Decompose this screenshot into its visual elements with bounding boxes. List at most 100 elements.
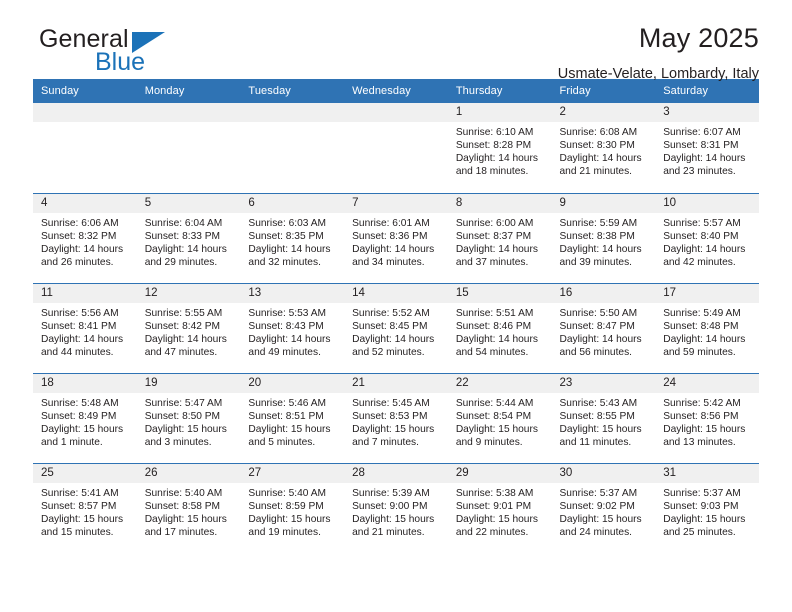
calendar-body: 1 Sunrise: 6:10 AM Sunset: 8:28 PM Daylig… <box>33 103 759 553</box>
day-number: 2 <box>551 103 656 122</box>
calendar-day-cell[interactable]: 14 Sunrise: 5:52 AM Sunset: 8:45 PM Dayli… <box>344 282 448 373</box>
calendar-day-cell[interactable]: 30 Sunrise: 5:37 AM Sunset: 9:02 PM Dayli… <box>551 462 656 553</box>
day-number <box>240 103 345 122</box>
calendar-table: Sunday Monday Tuesday Wednesday Thursday… <box>33 79 759 553</box>
weekday-header-wednesday: Wednesday <box>344 79 448 103</box>
day-number: 29 <box>447 463 552 483</box>
day-number: 27 <box>240 463 345 483</box>
title-block: May 2025 Usmate-Velate, Lombardy, Italy <box>558 23 759 83</box>
sun-info: Sunrise: 5:53 AM Sunset: 8:43 PM Dayligh… <box>248 307 331 358</box>
calendar-day-cell[interactable]: 12 Sunrise: 5:55 AM Sunset: 8:42 PM Dayli… <box>136 282 241 373</box>
day-number: 17 <box>655 283 759 303</box>
sun-info: Sunrise: 5:48 AM Sunset: 8:49 PM Dayligh… <box>41 397 124 448</box>
day-number: 25 <box>33 463 137 483</box>
day-number: 22 <box>447 373 552 393</box>
calendar-day-cell[interactable]: 16 Sunrise: 5:50 AM Sunset: 8:47 PM Dayli… <box>551 282 656 373</box>
day-number <box>344 103 448 122</box>
page-title: May 2025 <box>638 23 759 53</box>
sun-info: Sunrise: 6:06 AM Sunset: 8:32 PM Dayligh… <box>41 217 124 268</box>
day-number: 24 <box>655 373 759 393</box>
calendar-day-cell-empty <box>33 103 137 193</box>
calendar-page: General Blue May 2025 Usmate-Velate, Lom… <box>0 0 792 612</box>
sun-info: Sunrise: 6:04 AM Sunset: 8:33 PM Dayligh… <box>144 217 227 268</box>
day-number: 19 <box>136 373 241 393</box>
calendar-day-cell[interactable]: 4 Sunrise: 6:06 AM Sunset: 8:32 PM Daylig… <box>33 192 137 283</box>
calendar-day-cell[interactable]: 28 Sunrise: 5:39 AM Sunset: 9:00 PM Dayli… <box>344 462 448 553</box>
calendar-day-cell[interactable]: 21 Sunrise: 5:45 AM Sunset: 8:53 PM Dayli… <box>344 372 448 463</box>
calendar-day-cell[interactable]: 27 Sunrise: 5:40 AM Sunset: 8:59 PM Dayli… <box>240 462 345 553</box>
sun-info: Sunrise: 5:37 AM Sunset: 9:03 PM Dayligh… <box>663 487 746 538</box>
sun-info: Sunrise: 6:00 AM Sunset: 8:37 PM Dayligh… <box>455 217 538 268</box>
weekday-header-thursday: Thursday <box>447 79 552 103</box>
calendar-day-cell[interactable]: 31 Sunrise: 5:37 AM Sunset: 9:03 PM Dayli… <box>655 462 759 553</box>
sun-info: Sunrise: 5:46 AM Sunset: 8:51 PM Dayligh… <box>248 397 331 448</box>
day-number <box>33 103 137 122</box>
day-number: 21 <box>344 373 448 393</box>
sun-info: Sunrise: 5:40 AM Sunset: 8:58 PM Dayligh… <box>144 487 227 538</box>
calendar-day-cell[interactable]: 13 Sunrise: 5:53 AM Sunset: 8:43 PM Dayli… <box>240 282 345 373</box>
calendar-day-cell[interactable]: 8 Sunrise: 6:00 AM Sunset: 8:37 PM Daylig… <box>447 192 552 283</box>
calendar-day-cell[interactable]: 23 Sunrise: 5:43 AM Sunset: 8:55 PM Dayli… <box>551 372 656 463</box>
calendar-day-cell[interactable]: 26 Sunrise: 5:40 AM Sunset: 8:58 PM Dayli… <box>136 462 241 553</box>
day-number: 7 <box>344 193 448 213</box>
calendar-day-cell[interactable]: 18 Sunrise: 5:48 AM Sunset: 8:49 PM Dayli… <box>33 372 137 463</box>
calendar-day-cell[interactable]: 6 Sunrise: 6:03 AM Sunset: 8:35 PM Daylig… <box>240 192 345 283</box>
calendar-day-cell[interactable]: 2 Sunrise: 6:08 AM Sunset: 8:30 PM Daylig… <box>551 103 656 193</box>
day-number: 31 <box>655 463 759 483</box>
sun-info: Sunrise: 5:37 AM Sunset: 9:02 PM Dayligh… <box>559 487 642 538</box>
general-blue-logo: General Blue <box>33 24 213 76</box>
sun-info: Sunrise: 5:44 AM Sunset: 8:54 PM Dayligh… <box>455 397 538 448</box>
calendar-day-cell[interactable]: 15 Sunrise: 5:51 AM Sunset: 8:46 PM Dayli… <box>447 282 552 373</box>
sun-info: Sunrise: 6:03 AM Sunset: 8:35 PM Dayligh… <box>248 217 331 268</box>
day-number: 14 <box>344 283 448 303</box>
calendar-week-row: 4 Sunrise: 6:06 AM Sunset: 8:32 PM Daylig… <box>33 192 759 283</box>
day-number: 20 <box>240 373 345 393</box>
sun-info: Sunrise: 5:47 AM Sunset: 8:50 PM Dayligh… <box>144 397 227 448</box>
calendar-day-cell[interactable]: 25 Sunrise: 5:41 AM Sunset: 8:57 PM Dayli… <box>33 462 137 553</box>
day-number: 9 <box>551 193 656 213</box>
sun-info: Sunrise: 5:40 AM Sunset: 8:59 PM Dayligh… <box>248 487 331 538</box>
day-number: 11 <box>33 283 137 303</box>
calendar-day-cell[interactable]: 11 Sunrise: 5:56 AM Sunset: 8:41 PM Dayli… <box>33 282 137 373</box>
day-number: 13 <box>240 283 345 303</box>
calendar-day-cell[interactable]: 5 Sunrise: 6:04 AM Sunset: 8:33 PM Daylig… <box>136 192 241 283</box>
calendar-day-cell[interactable]: 22 Sunrise: 5:44 AM Sunset: 8:54 PM Dayli… <box>447 372 552 463</box>
calendar-day-cell[interactable]: 20 Sunrise: 5:46 AM Sunset: 8:51 PM Dayli… <box>240 372 345 463</box>
calendar-day-cell-empty <box>344 103 448 193</box>
calendar-day-cell[interactable]: 29 Sunrise: 5:38 AM Sunset: 9:01 PM Dayli… <box>447 462 552 553</box>
day-number: 6 <box>240 193 345 213</box>
sun-info: Sunrise: 5:59 AM Sunset: 8:38 PM Dayligh… <box>559 217 642 268</box>
calendar-day-cell-empty <box>240 103 345 193</box>
sun-info: Sunrise: 5:52 AM Sunset: 8:45 PM Dayligh… <box>352 307 435 358</box>
logo-text-blue: Blue <box>95 48 146 76</box>
sun-info: Sunrise: 5:43 AM Sunset: 8:55 PM Dayligh… <box>559 397 642 448</box>
page-header: General Blue May 2025 Usmate-Velate, Lom… <box>33 0 759 81</box>
calendar-week-row: 18 Sunrise: 5:48 AM Sunset: 8:49 PM Dayli… <box>33 372 759 463</box>
calendar-day-cell[interactable]: 24 Sunrise: 5:42 AM Sunset: 8:56 PM Dayli… <box>655 372 759 463</box>
calendar-day-cell[interactable]: 17 Sunrise: 5:49 AM Sunset: 8:48 PM Dayli… <box>655 282 759 373</box>
sun-info: Sunrise: 5:51 AM Sunset: 8:46 PM Dayligh… <box>455 307 538 358</box>
day-number: 15 <box>447 283 552 303</box>
sun-info: Sunrise: 5:41 AM Sunset: 8:57 PM Dayligh… <box>41 487 124 538</box>
day-number: 16 <box>551 283 656 303</box>
calendar-day-cell[interactable]: 19 Sunrise: 5:47 AM Sunset: 8:50 PM Dayli… <box>136 372 241 463</box>
weekday-header-tuesday: Tuesday <box>240 79 345 103</box>
calendar-day-cell[interactable]: 3 Sunrise: 6:07 AM Sunset: 8:31 PM Daylig… <box>655 103 759 193</box>
sun-info: Sunrise: 5:57 AM Sunset: 8:40 PM Dayligh… <box>663 217 746 268</box>
day-number: 30 <box>551 463 656 483</box>
sun-info: Sunrise: 6:01 AM Sunset: 8:36 PM Dayligh… <box>352 217 435 268</box>
calendar-week-row: 1 Sunrise: 6:10 AM Sunset: 8:28 PM Daylig… <box>33 103 759 193</box>
calendar-day-cell[interactable]: 9 Sunrise: 5:59 AM Sunset: 8:38 PM Daylig… <box>551 192 656 283</box>
sun-info: Sunrise: 5:42 AM Sunset: 8:56 PM Dayligh… <box>663 397 746 448</box>
sun-info: Sunrise: 6:08 AM Sunset: 8:30 PM Dayligh… <box>559 127 642 178</box>
day-number: 3 <box>655 103 759 122</box>
calendar-day-cell[interactable]: 1 Sunrise: 6:10 AM Sunset: 8:28 PM Daylig… <box>447 103 552 193</box>
calendar-day-cell[interactable]: 10 Sunrise: 5:57 AM Sunset: 8:40 PM Dayli… <box>655 192 759 283</box>
sun-info: Sunrise: 5:55 AM Sunset: 8:42 PM Dayligh… <box>144 307 227 358</box>
calendar-week-row: 11 Sunrise: 5:56 AM Sunset: 8:41 PM Dayli… <box>33 282 759 373</box>
day-number: 10 <box>655 193 759 213</box>
sun-info: Sunrise: 5:49 AM Sunset: 8:48 PM Dayligh… <box>663 307 746 358</box>
day-number: 5 <box>136 193 241 213</box>
weekday-header-sunday: Sunday <box>33 79 137 103</box>
calendar-day-cell[interactable]: 7 Sunrise: 6:01 AM Sunset: 8:36 PM Daylig… <box>344 192 448 283</box>
